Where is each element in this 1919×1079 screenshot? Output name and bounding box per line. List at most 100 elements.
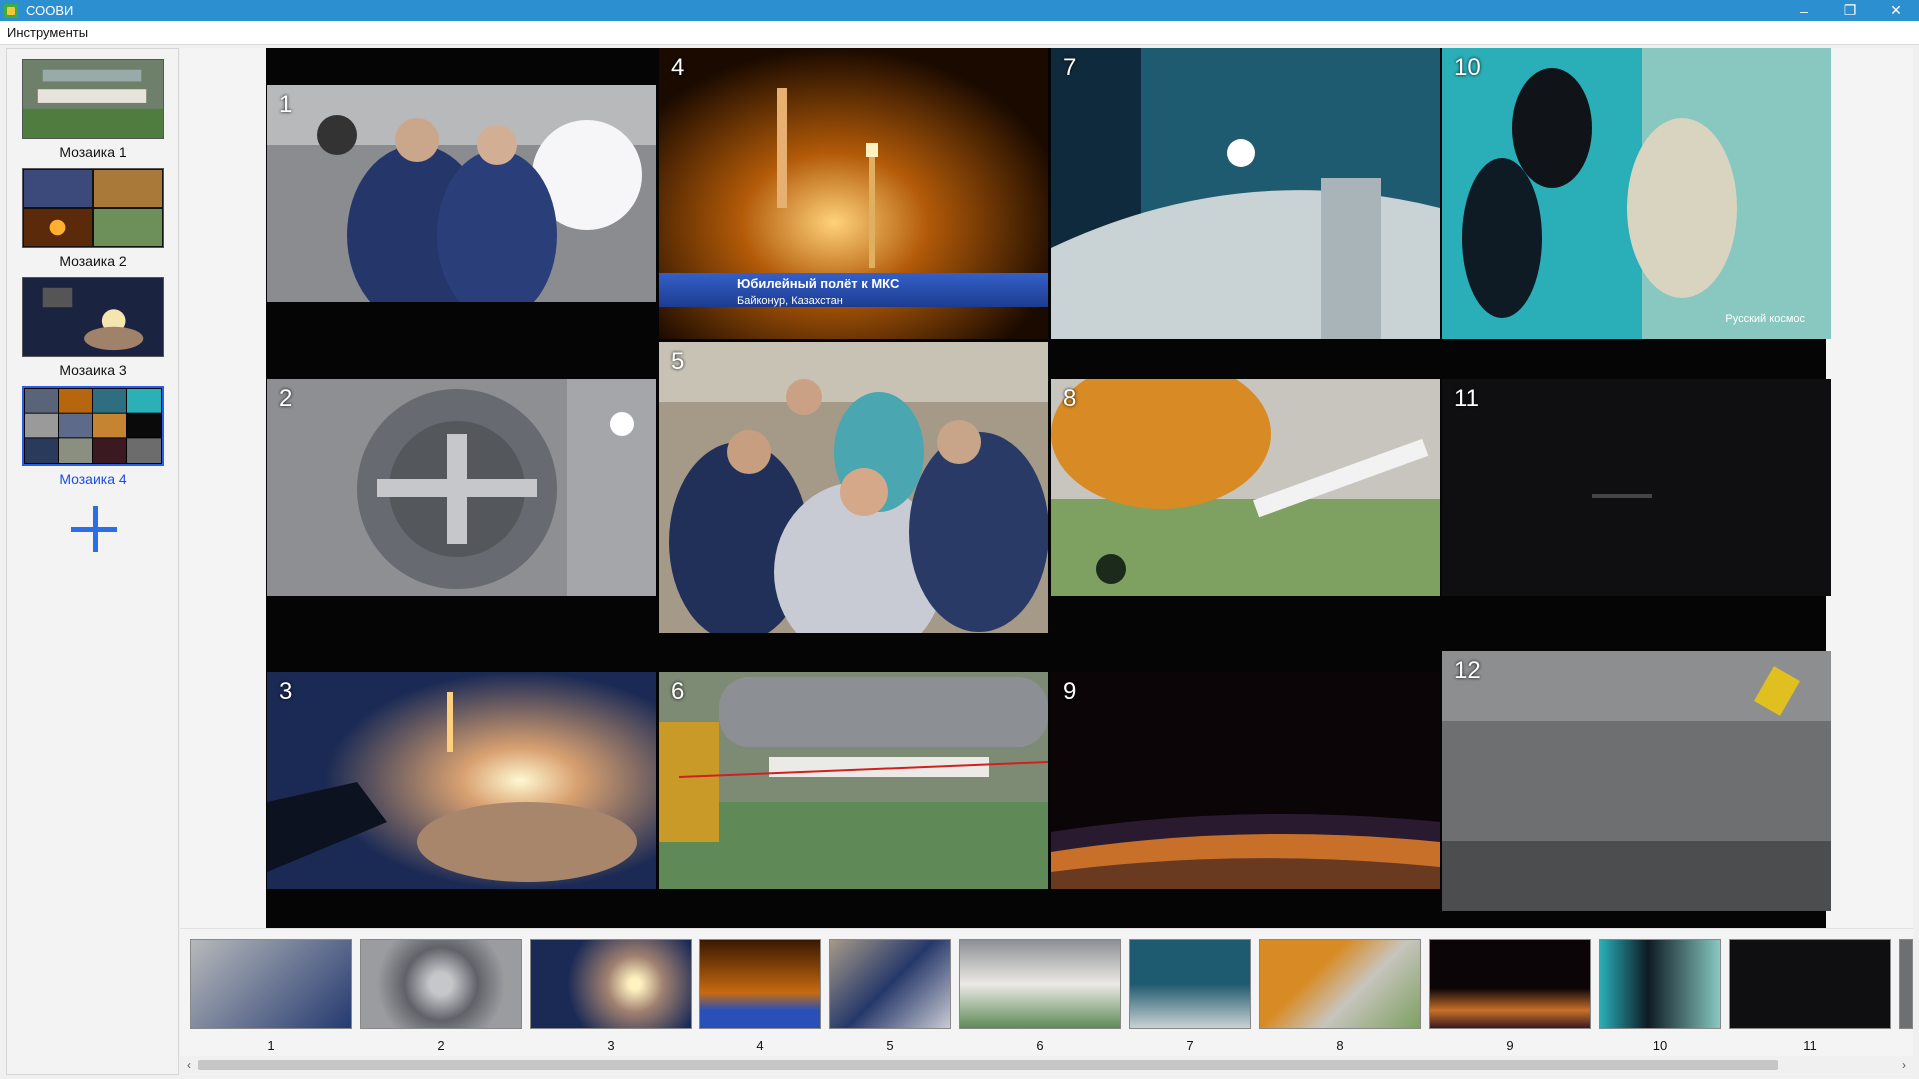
camera-tile-10[interactable]: 10 Русский космос <box>1442 48 1831 339</box>
filmstrip-item-8[interactable]: 8 <box>1259 939 1421 1053</box>
app-icon <box>4 3 18 18</box>
ticker-location: Байконур, Казахстан <box>737 295 843 307</box>
camera-number: 9 <box>1063 678 1077 705</box>
camera-number: 12 <box>1454 657 1481 684</box>
filmstrip-item-1[interactable]: 1 <box>190 939 352 1053</box>
filmstrip-thumbnail <box>1729 939 1891 1029</box>
camera-number: 11 <box>1454 385 1479 412</box>
window-title: СООВИ <box>26 3 74 18</box>
filmstrip-item-5[interactable]: 5 <box>829 939 951 1053</box>
channel-caption: Русский космос <box>1725 313 1805 325</box>
filmstrip-item-6[interactable]: 6 <box>959 939 1121 1053</box>
filmstrip-item-7[interactable]: 7 <box>1129 939 1251 1053</box>
mosaic-3-preview <box>23 278 163 356</box>
filmstrip-thumbnail <box>190 939 352 1029</box>
mosaic-thumbnail <box>22 386 164 466</box>
camera-tile-9[interactable]: 9 <box>1051 672 1440 889</box>
minimize-icon[interactable]: – <box>1781 0 1827 21</box>
filmstrip-thumbnail <box>1259 939 1421 1029</box>
camera-tile-11[interactable]: 11 <box>1442 379 1831 596</box>
camera-number: 4 <box>671 54 685 81</box>
filmstrip-label: 3 <box>607 1038 615 1053</box>
camera-number: 6 <box>671 678 685 705</box>
mosaic-label: Мозаика 1 <box>59 144 127 160</box>
filmstrip-thumbnail <box>1129 939 1251 1029</box>
camera-3-feed <box>267 672 656 889</box>
filmstrip-label: 10 <box>1652 1038 1668 1053</box>
camera-tile-6[interactable]: 6 <box>659 672 1048 889</box>
filmstrip-label: 8 <box>1336 1038 1344 1053</box>
camera-number: 8 <box>1063 385 1077 412</box>
restore-icon[interactable]: ❐ <box>1827 0 1873 21</box>
mosaic-item-1[interactable]: Мозаика 1 <box>22 59 164 160</box>
camera-number: 3 <box>279 678 293 705</box>
camera-6-feed <box>659 672 1048 889</box>
filmstrip-thumbnail <box>1599 939 1721 1029</box>
filmstrip-item-11[interactable]: 11 <box>1729 939 1891 1053</box>
filmstrip-item-partial[interactable] <box>1899 939 1913 1029</box>
scroll-right-icon[interactable]: › <box>1897 1058 1911 1072</box>
news-ticker: Юбилейный полёт к МКС Байконур, Казахста… <box>659 273 1048 307</box>
camera-tile-3[interactable]: 3 <box>267 672 656 889</box>
camera-10-feed <box>1442 48 1831 339</box>
filmstrip-thumbnail <box>959 939 1121 1029</box>
camera-number: 10 <box>1454 54 1481 81</box>
filmstrip-label: 9 <box>1506 1038 1514 1053</box>
mosaic-thumbnail <box>22 277 164 357</box>
filmstrip-item-10[interactable]: 10 <box>1599 939 1721 1053</box>
camera-tile-4[interactable]: Юбилейный полёт к МКС Байконур, Казахста… <box>659 48 1048 339</box>
mosaic-4-preview <box>24 388 162 464</box>
filmstrip-item-2[interactable]: 2 <box>360 939 522 1053</box>
mosaic-item-3[interactable]: Мозаика 3 <box>22 277 164 378</box>
title-bar: СООВИ – ❐ ✕ <box>0 0 1919 21</box>
mosaic-item-4[interactable]: Мозаика 4 <box>22 386 164 487</box>
camera-tile-12[interactable]: 12 <box>1442 651 1831 911</box>
mosaic-label: Мозаика 4 <box>59 471 127 487</box>
mosaic-thumbnail <box>22 168 164 248</box>
camera-12-feed <box>1442 651 1831 911</box>
mosaic-item-2[interactable]: Мозаика 2 <box>22 168 164 269</box>
filmstrip-item-3[interactable]: 3 <box>530 939 692 1053</box>
filmstrip-scrollbar[interactable]: ‹ › <box>180 1056 1913 1074</box>
camera-8-feed <box>1051 379 1440 596</box>
filmstrip-label: 7 <box>1186 1038 1194 1053</box>
mosaic-label: Мозаика 2 <box>59 253 127 269</box>
camera-tile-2[interactable]: 2 <box>267 379 656 596</box>
filmstrip-label: 2 <box>437 1038 445 1053</box>
menu-bar: Инструменты <box>0 21 1919 45</box>
filmstrip-label: 1 <box>267 1038 275 1053</box>
camera-number: 7 <box>1063 54 1077 81</box>
filmstrip-label: 4 <box>756 1038 764 1053</box>
filmstrip-label: 5 <box>886 1038 894 1053</box>
camera-number: 5 <box>671 348 685 375</box>
mosaic-1-preview <box>23 60 163 138</box>
mosaic-label: Мозаика 3 <box>59 362 127 378</box>
filmstrip-item-9[interactable]: 9 <box>1429 939 1591 1053</box>
filmstrip-label: 6 <box>1036 1038 1044 1053</box>
scroll-left-icon[interactable]: ‹ <box>182 1058 196 1072</box>
filmstrip-thumbnail <box>1899 939 1913 1029</box>
ticker-headline: Юбилейный полёт к МКС <box>737 276 900 291</box>
filmstrip-thumbnail <box>699 939 821 1029</box>
filmstrip-thumbnail <box>829 939 951 1029</box>
camera-tile-7[interactable]: 7 <box>1051 48 1440 339</box>
filmstrip-item-4[interactable]: 4 <box>699 939 821 1053</box>
mosaic-sidebar: Мозаика 1 Мозаика 2 Мозаика 3 Мозаика 4 <box>6 48 179 1075</box>
camera-5-feed <box>659 342 1048 633</box>
camera-7-feed <box>1051 48 1440 339</box>
filmstrip-thumbnail <box>360 939 522 1029</box>
filmstrip-thumbnail <box>530 939 692 1029</box>
mosaic-thumbnail <box>22 59 164 139</box>
camera-2-feed <box>267 379 656 596</box>
camera-9-feed <box>1051 672 1440 889</box>
scroll-thumb[interactable] <box>198 1060 1778 1070</box>
add-mosaic-button[interactable] <box>69 504 121 556</box>
camera-tile-8[interactable]: 8 <box>1051 379 1440 596</box>
filmstrip-thumbnail <box>1429 939 1591 1029</box>
camera-tile-1[interactable]: 1 <box>267 85 656 302</box>
close-icon[interactable]: ✕ <box>1873 0 1919 21</box>
camera-tile-5[interactable]: 5 <box>659 342 1048 633</box>
camera-filmstrip: 1 2 3 4 5 6 7 8 9 10 11 <box>180 928 1913 1075</box>
filmstrip-label: 11 <box>1803 1038 1817 1053</box>
menu-tools[interactable]: Инструменты <box>0 25 95 40</box>
